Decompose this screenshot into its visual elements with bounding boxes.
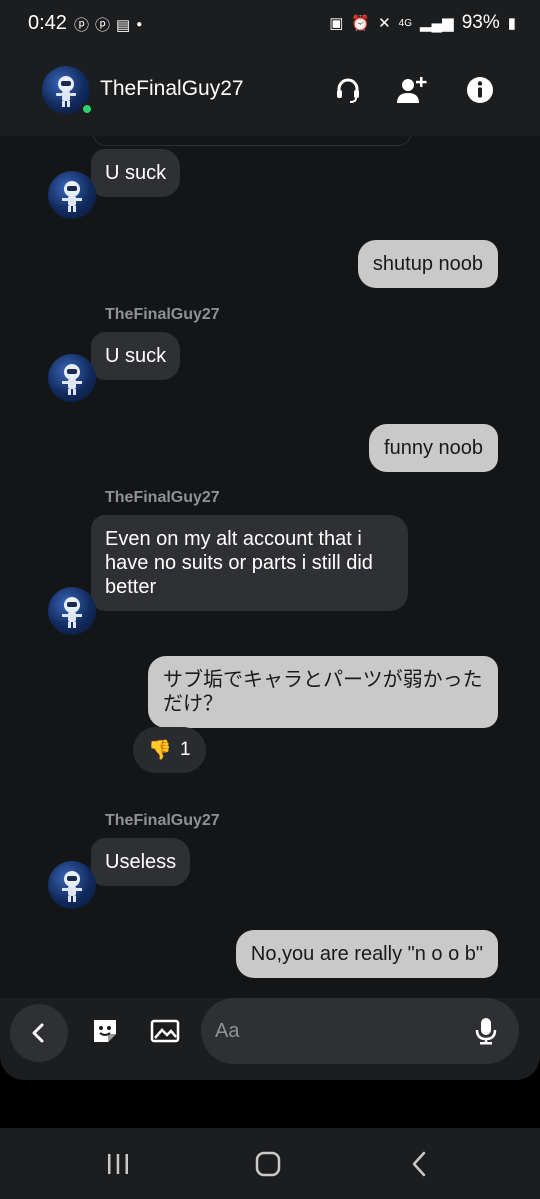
status-right: ▣ ⏰ ✕ 4G ▂▄▆ 93% ▮ <box>329 12 516 34</box>
partial-message-bubble <box>92 136 412 146</box>
sender-name: TheFinalGuy27 <box>105 489 220 506</box>
recent-apps-icon[interactable] <box>96 1142 140 1186</box>
incoming-message[interactable]: U suck <box>91 332 181 380</box>
message-text: No,you are really "n o o b" <box>250 943 483 965</box>
chat-header: TheFinalGuy27 <box>0 48 540 136</box>
playstation-icon: ⓟ <box>95 17 111 34</box>
outgoing-message[interactable]: funny noob <box>369 424 498 472</box>
status-bar: 0:42 ⓟ ⓟ ▤ ● ▣ ⏰ ✕ 4G ▂▄▆ 93% ▮ <box>0 0 540 48</box>
battery-percent: 93% <box>461 12 500 33</box>
home-icon[interactable] <box>246 1142 290 1186</box>
message-list[interactable]: U suck shutup noob TheFinalGuy27 U suck … <box>0 136 540 998</box>
status-time: 0:42 <box>28 12 67 34</box>
back-icon <box>32 1023 44 1043</box>
sender-name: TheFinalGuy27 <box>105 306 220 323</box>
sender-name: TheFinalGuy27 <box>105 812 220 829</box>
incoming-message[interactable]: Useless <box>91 838 191 886</box>
incoming-message[interactable]: U suck <box>91 149 181 197</box>
astro-bot-icon <box>62 181 82 212</box>
message-input[interactable] <box>215 1014 455 1048</box>
image-icon[interactable] <box>150 1016 180 1046</box>
add-friend-icon[interactable] <box>392 70 432 110</box>
incoming-message[interactable]: Even on my alt account that i have no su… <box>91 515 408 611</box>
message-text: funny noob <box>384 437 483 459</box>
headset-icon[interactable] <box>328 70 368 110</box>
sticker-icon[interactable] <box>90 1016 120 1046</box>
outgoing-message[interactable]: shutup noob <box>357 240 498 288</box>
calendar-icon: ▤ <box>116 16 131 34</box>
outgoing-message[interactable]: サブ垢でキャラとパーツが弱かっただけ？ <box>148 656 498 728</box>
message-text: U suck <box>105 345 167 367</box>
message-text: Useless <box>105 851 177 873</box>
message-input-container[interactable] <box>201 998 519 1064</box>
online-status-indicator <box>81 103 93 115</box>
sender-avatar[interactable] <box>48 861 96 909</box>
thumbs-down-icon: 👎 <box>148 740 173 761</box>
status-left-icons: ⓟ ⓟ ▤ ● <box>74 14 142 35</box>
back-icon[interactable] <box>398 1142 442 1186</box>
astro-bot-icon <box>62 597 82 628</box>
signal-icon: ▂▄▆ <box>420 15 454 32</box>
background <box>0 1080 540 1128</box>
message-text: サブ垢でキャラとパーツが弱かっただけ？ <box>163 669 483 715</box>
message-reaction[interactable]: 👎 1 <box>133 727 206 773</box>
network-label: 4G <box>398 17 412 29</box>
sender-avatar[interactable] <box>48 171 96 219</box>
astro-bot-icon <box>62 364 82 395</box>
outgoing-message[interactable]: No,you are really "n o o b" <box>235 930 498 978</box>
reaction-count: 1 <box>180 739 191 760</box>
sender-avatar[interactable] <box>48 354 96 402</box>
sender-avatar[interactable] <box>48 587 96 635</box>
battery-icon: ▮ <box>507 15 516 32</box>
info-icon[interactable] <box>460 70 500 110</box>
contact-name[interactable]: TheFinalGuy27 <box>100 77 244 101</box>
mute-icon: ✕ <box>378 15 391 32</box>
message-text: shutup noob <box>372 253 483 275</box>
alarm-icon: ⏰ <box>351 15 371 32</box>
system-navigation-bar <box>0 1128 540 1199</box>
back-button[interactable] <box>10 1004 68 1062</box>
message-text: Even on my alt account that i have no su… <box>105 528 373 598</box>
message-text: U suck <box>105 162 167 184</box>
battery-saver-icon: ▣ <box>329 15 344 32</box>
playstation-icon: ⓟ <box>74 17 90 34</box>
astro-bot-icon <box>62 871 82 902</box>
microphone-icon[interactable] <box>473 1016 499 1046</box>
dot-icon: ● <box>136 19 143 30</box>
message-composer <box>0 998 540 1080</box>
